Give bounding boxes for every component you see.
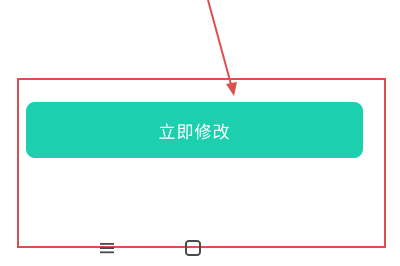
system-nav-bar <box>0 230 400 266</box>
menu-lines-icon[interactable] <box>95 236 119 260</box>
screen: 立即修改 <box>0 0 400 266</box>
home-square-icon[interactable] <box>181 236 205 260</box>
modify-now-button[interactable]: 立即修改 <box>26 102 363 158</box>
